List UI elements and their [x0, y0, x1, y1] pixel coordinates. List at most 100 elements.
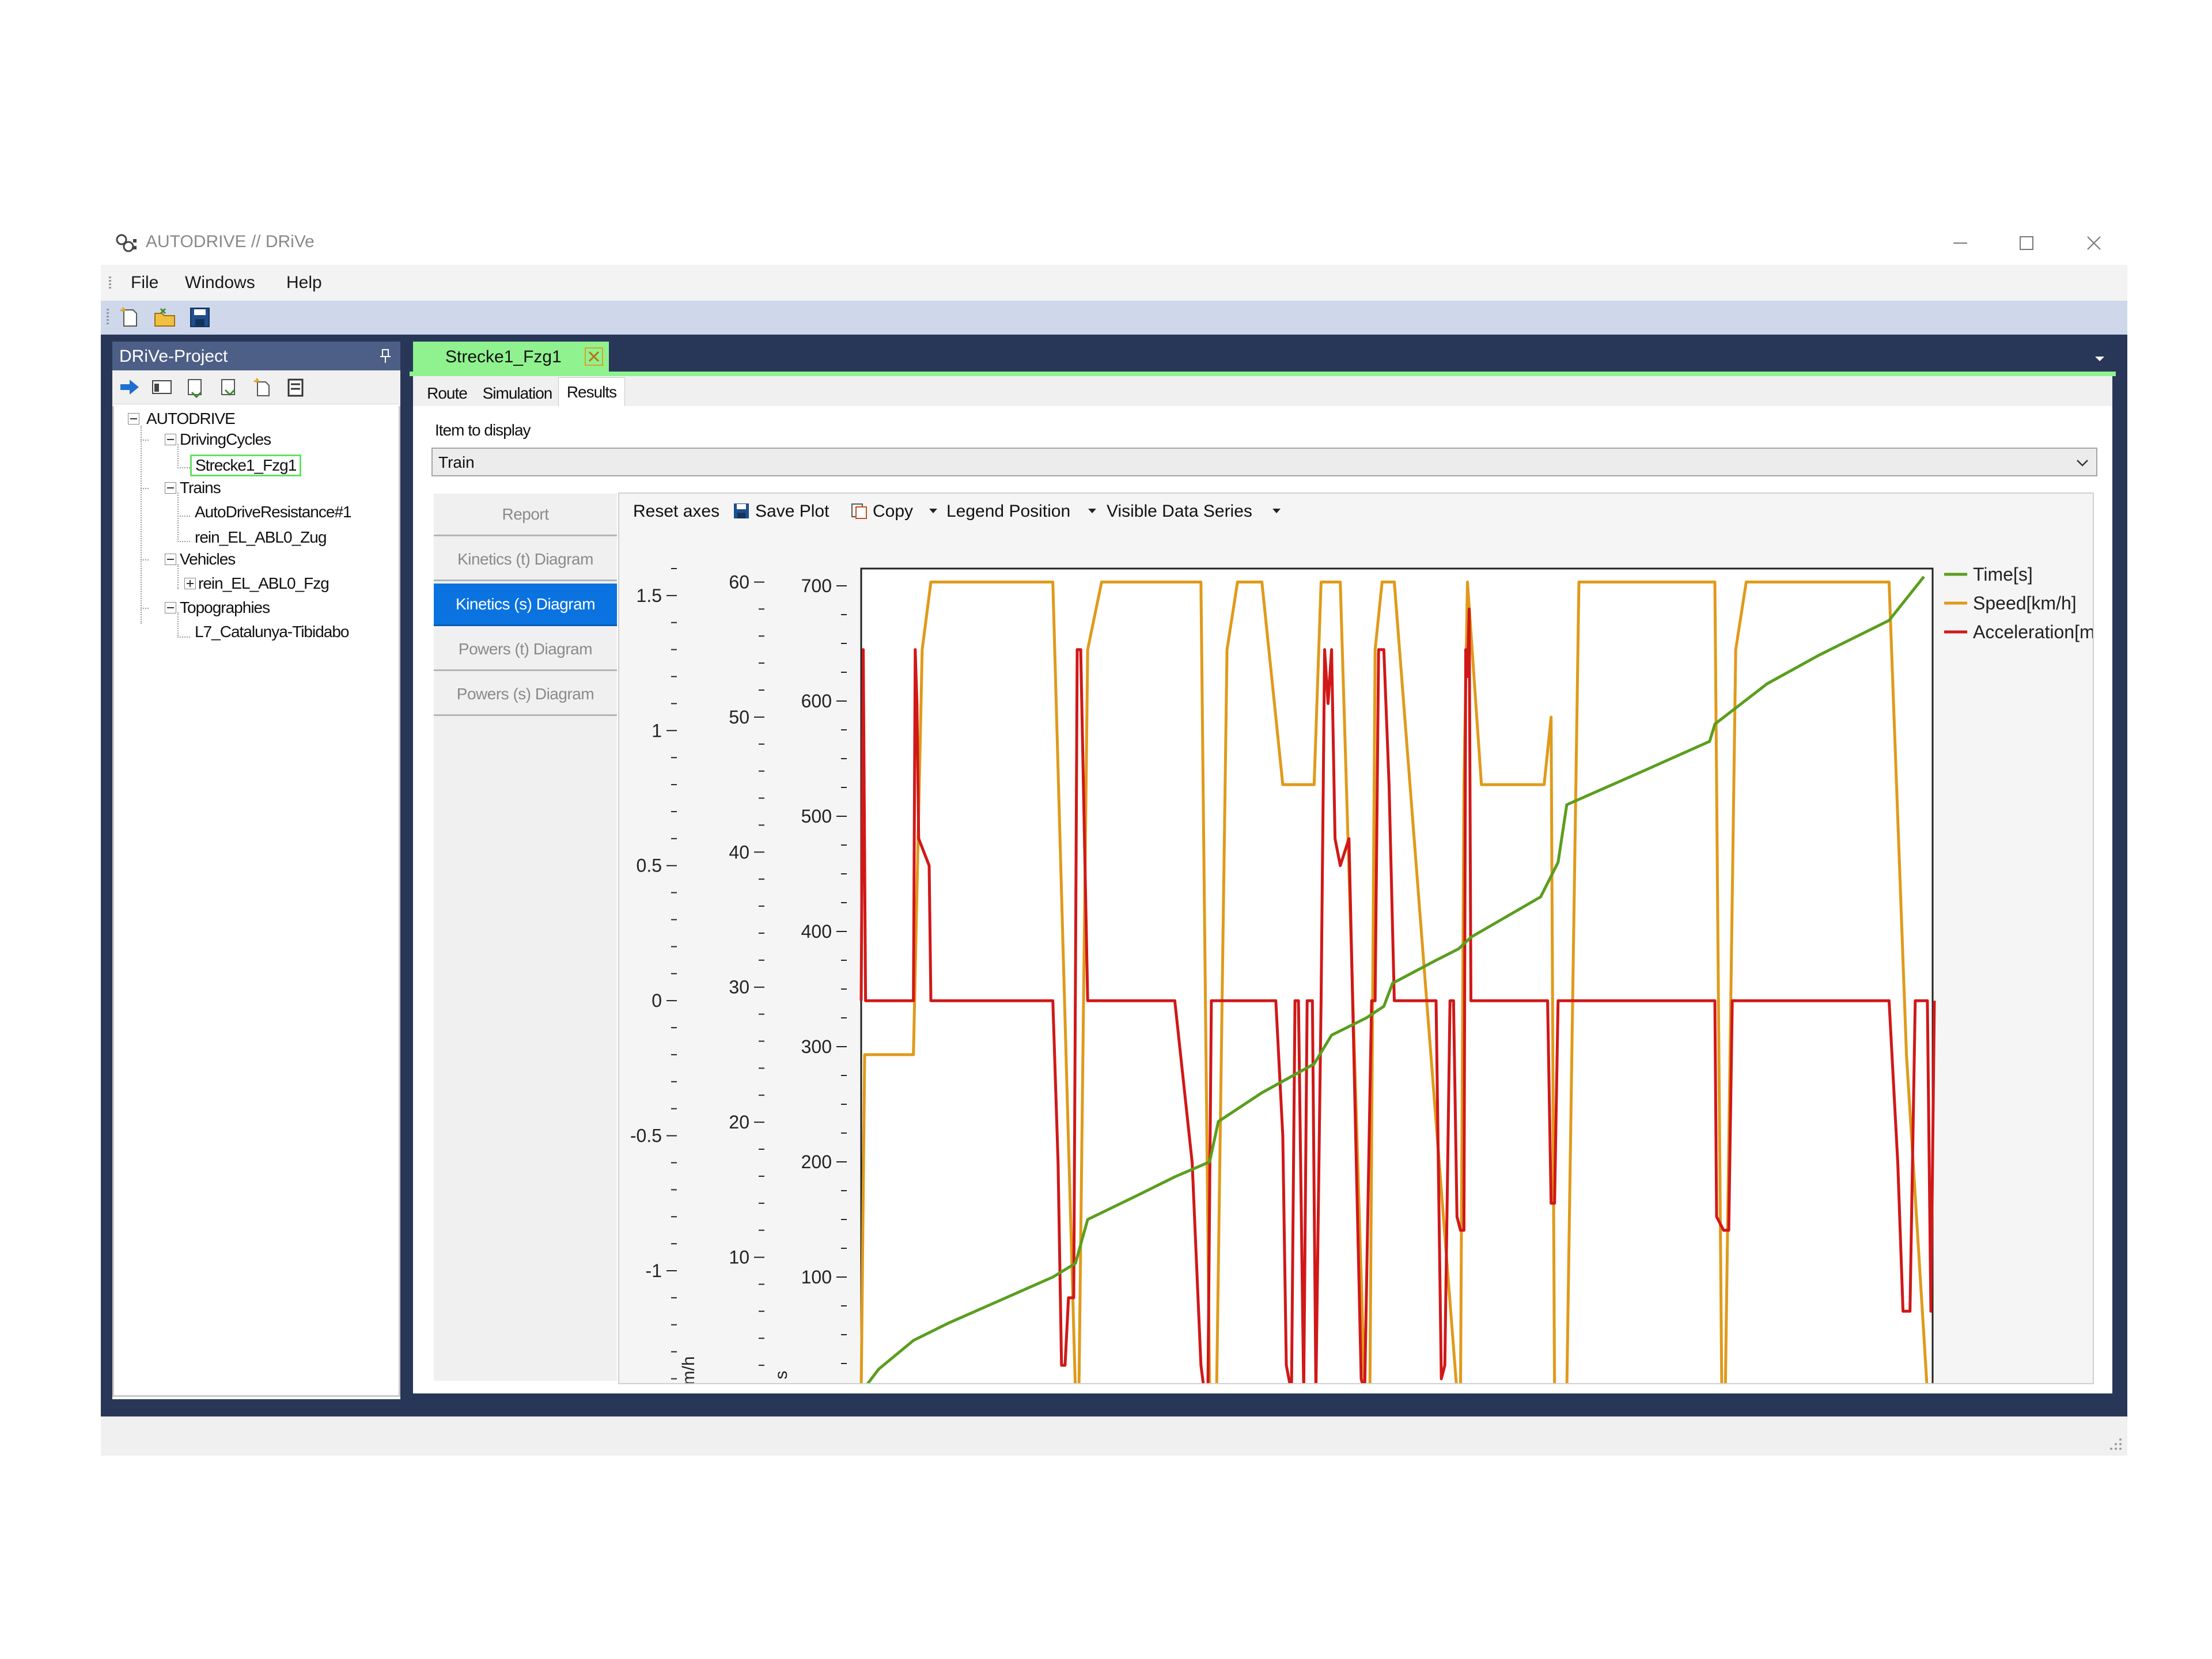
menu-help[interactable]: Help — [286, 273, 322, 293]
tree-expander-autodrive[interactable] — [128, 413, 139, 425]
copy-button[interactable]: Copy — [873, 502, 913, 521]
resize-grip-icon[interactable] — [2108, 1436, 2123, 1451]
tree-connector — [177, 541, 190, 542]
tree-connector — [141, 608, 149, 609]
plot-panel: Reset axes Save Plot Copy Legend Positio… — [618, 493, 2094, 1384]
menu-bar: File Windows Help — [101, 265, 2127, 301]
diagram-report-button[interactable]: Report — [434, 494, 617, 536]
legend-entry[interactable]: Speed[km/h] — [1973, 593, 2077, 613]
plot-toolbar: Reset axes Save Plot Copy Legend Positio… — [619, 494, 2093, 528]
menu-windows[interactable]: Windows — [185, 273, 255, 293]
pin-icon[interactable] — [377, 347, 393, 365]
delete-item-icon[interactable] — [284, 376, 307, 398]
tree-node-trains[interactable]: Trains — [180, 479, 221, 497]
save-plot-button[interactable]: Save Plot — [755, 502, 829, 521]
maximize-button[interactable] — [2009, 229, 2044, 257]
tree-node-topographies[interactable]: Topographies — [180, 599, 270, 617]
diagram-kinetics-s-button[interactable]: Kinetics (s) Diagram — [434, 584, 617, 626]
item-to-display-select[interactable]: Train — [431, 448, 2097, 476]
document-tab-close-button[interactable] — [585, 347, 603, 366]
y-tick-label: 400 — [801, 921, 832, 942]
minimize-icon — [1953, 243, 1967, 244]
visible-data-series-button[interactable]: Visible Data Series — [1107, 502, 1252, 521]
y-tick-label: 600 — [801, 691, 832, 711]
explorer-header: DRiVe-Project — [112, 342, 400, 370]
app-window: AUTODRIVE // DRiVe File Windows Help DRi… — [101, 222, 2127, 1456]
tree-expander-topographies[interactable] — [165, 602, 176, 613]
toolbar-grip — [107, 309, 109, 326]
import-icon[interactable] — [184, 376, 207, 398]
tree-connector — [141, 426, 142, 624]
document-body: Route Simulation Results Item to display… — [413, 376, 2112, 1393]
status-bar — [101, 1416, 2127, 1456]
minimize-button[interactable] — [1943, 229, 1978, 257]
copy-dropdown-caret[interactable] — [929, 509, 937, 513]
export-icon[interactable] — [217, 376, 240, 398]
window-title: AUTODRIVE // DRiVe — [146, 232, 315, 251]
tree-connector — [177, 516, 190, 517]
tab-simulation[interactable]: Simulation — [476, 381, 558, 406]
tree-node-autodriveresistance[interactable]: AutoDriveResistance#1 — [195, 503, 352, 521]
tree-node-rein-el-abl0-fzg[interactable]: rein_EL_ABL0_Fzg — [198, 574, 329, 593]
tab-results[interactable]: Results — [558, 377, 625, 407]
save-icon — [734, 503, 749, 518]
legend-position-button[interactable]: Legend Position — [946, 502, 1070, 521]
legend-entry[interactable]: Acceleration[m/s^2] — [1973, 622, 2093, 642]
tree-expander-drivingcycles[interactable] — [165, 434, 176, 445]
save-project-icon[interactable] — [187, 305, 213, 329]
diagram-list: Report Kinetics (t) Diagram Kinetics (s)… — [434, 494, 617, 1381]
y-tick-label: 300 — [801, 1036, 832, 1057]
chevron-down-icon[interactable] — [2093, 352, 2107, 363]
document-tab-label: Strecke1_Fzg1 — [445, 347, 562, 366]
tree-connector — [177, 467, 190, 468]
title-bar: AUTODRIVE // DRiVe — [101, 222, 2127, 265]
tree-connector — [177, 637, 190, 638]
new-item-icon[interactable] — [251, 376, 274, 398]
menu-file[interactable]: File — [131, 273, 158, 293]
legend-entry[interactable]: Time[s] — [1973, 564, 2033, 585]
y-tick-label: 1.5 — [637, 585, 662, 606]
kinetics-s-chart[interactable]: 0100020003000400050006000Position [m]-1-… — [619, 528, 2093, 1383]
chevron-down-icon — [2077, 460, 2088, 467]
view-tabs: Route Simulation Results — [413, 376, 2112, 407]
main-toolbar — [101, 301, 2127, 335]
y-tick-label: 10 — [729, 1247, 749, 1268]
y-tick-label: 700 — [801, 575, 832, 596]
tree-connector — [141, 488, 149, 489]
tree-expander-trains[interactable] — [165, 482, 176, 494]
y-tick-label: 200 — [801, 1152, 832, 1172]
plot-frame — [860, 567, 1934, 1383]
y-tick-label: 0.5 — [637, 855, 662, 876]
tree-connector — [141, 440, 149, 441]
diagram-powers-s-button[interactable]: Powers (s) Diagram — [434, 673, 617, 716]
document-tab[interactable]: Strecke1_Fzg1 — [413, 342, 609, 372]
tree-node-l7-catalunya-tibidabo[interactable]: L7_Catalunya-Tibidabo — [195, 623, 349, 641]
y-tick-label: 0 — [739, 1382, 749, 1383]
window-icon[interactable] — [150, 376, 173, 398]
reset-axes-button[interactable]: Reset axes — [633, 502, 719, 521]
tab-route[interactable]: Route — [421, 381, 473, 406]
new-project-icon[interactable] — [118, 305, 143, 329]
item-to-display-label: Item to display — [435, 421, 531, 439]
legend-position-dropdown-caret[interactable] — [1088, 509, 1096, 513]
tree-connector — [177, 564, 179, 589]
y-tick-label: 100 — [801, 1267, 832, 1287]
tree-node-vehicles[interactable]: Vehicles — [180, 550, 236, 569]
tree-node-rein-el-abl0-zug[interactable]: rein_EL_ABL0_Zug — [195, 528, 327, 547]
open-project-icon[interactable] — [153, 305, 178, 329]
diagram-powers-t-button[interactable]: Powers (t) Diagram — [434, 628, 617, 671]
tree-node-autodrive[interactable]: AUTODRIVE — [146, 410, 236, 428]
tree-node-strecke1-fzg1[interactable]: Strecke1_Fzg1 — [190, 454, 302, 476]
close-button[interactable] — [2077, 229, 2111, 257]
y-tick-label: 1 — [652, 720, 662, 741]
y-tick-label: 50 — [729, 707, 749, 728]
arrow-right-icon[interactable] — [118, 376, 141, 398]
diagram-kinetics-t-button[interactable]: Kinetics (t) Diagram — [434, 539, 617, 581]
visible-data-series-dropdown-caret[interactable] — [1272, 509, 1281, 513]
y-tick-label: 500 — [801, 806, 832, 827]
tree-expander-vehicles[interactable] — [165, 554, 176, 565]
menu-grip — [109, 276, 111, 290]
y-axis-label: s — [772, 1371, 791, 1380]
tree-expander-rein-el-abl0-fzg[interactable] — [184, 578, 196, 589]
tree-node-drivingcycles[interactable]: DrivingCycles — [180, 430, 271, 449]
